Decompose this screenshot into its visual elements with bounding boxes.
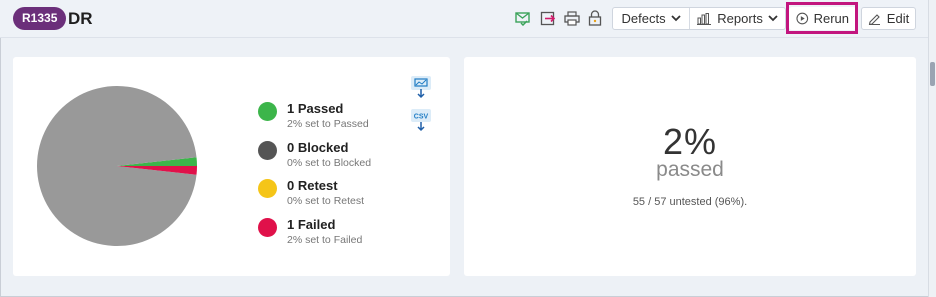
print-icon[interactable]: [563, 9, 581, 27]
csv-label: CSV: [414, 114, 429, 121]
scrollbar-thumb[interactable]: [930, 62, 935, 86]
failed-status-dot: [258, 218, 277, 237]
passed-label: passed: [656, 158, 724, 181]
page-title: DR: [68, 9, 93, 28]
download-chart-image-icon[interactable]: [410, 75, 432, 99]
legend-count: 0 Blocked: [287, 140, 349, 155]
untested-summary: 55 / 57 untested (96%).: [632, 196, 748, 208]
rerun-highlight-box: [786, 2, 858, 34]
reports-dropdown[interactable]: Reports: [690, 8, 785, 29]
summary-card: 2% passed 55 / 57 untested (96%).: [464, 57, 916, 276]
defects-label: Defects: [621, 11, 666, 26]
legend-sub: 0% set to Retest: [287, 195, 365, 207]
vertical-scrollbar[interactable]: [928, 0, 936, 297]
export-icon[interactable]: [539, 9, 557, 27]
run-header: R1335 DR Defects Reports Rerun Edit: [0, 0, 928, 38]
legend-sub: 0% set to Blocked: [287, 157, 372, 169]
passed-status-dot: [258, 102, 277, 121]
legend-sub: 2% set to Passed: [287, 118, 369, 130]
download-csv-icon[interactable]: CSV: [410, 108, 432, 132]
email-check-icon[interactable]: [514, 9, 532, 27]
defects-dropdown[interactable]: Defects: [613, 8, 691, 29]
bar-chart-icon: [697, 12, 712, 25]
legend-count: 1 Failed: [287, 217, 336, 232]
edit-label: Edit: [886, 11, 910, 26]
chevron-down-icon: [768, 15, 778, 22]
status-chart-card: 1 Passed 2% set to Passed 0 Blocked 0% s…: [13, 57, 450, 276]
passed-percent: 2%: [662, 121, 718, 162]
retest-status-dot: [258, 179, 277, 198]
legend-count: 0 Retest: [287, 178, 338, 193]
legend-count: 1 Passed: [287, 101, 344, 116]
chevron-down-icon: [670, 15, 681, 22]
legend-sub: 2% set to Failed: [287, 234, 363, 246]
edit-button[interactable]: Edit: [861, 7, 916, 30]
toolbar-group: Defects Reports: [612, 7, 786, 30]
run-id-badge: R1335: [13, 7, 67, 30]
pencil-icon: [868, 14, 880, 25]
lock-icon[interactable]: [586, 9, 604, 27]
blocked-status-dot: [258, 141, 277, 160]
reports-label: Reports: [717, 11, 763, 26]
status-pie-chart: [37, 86, 197, 246]
